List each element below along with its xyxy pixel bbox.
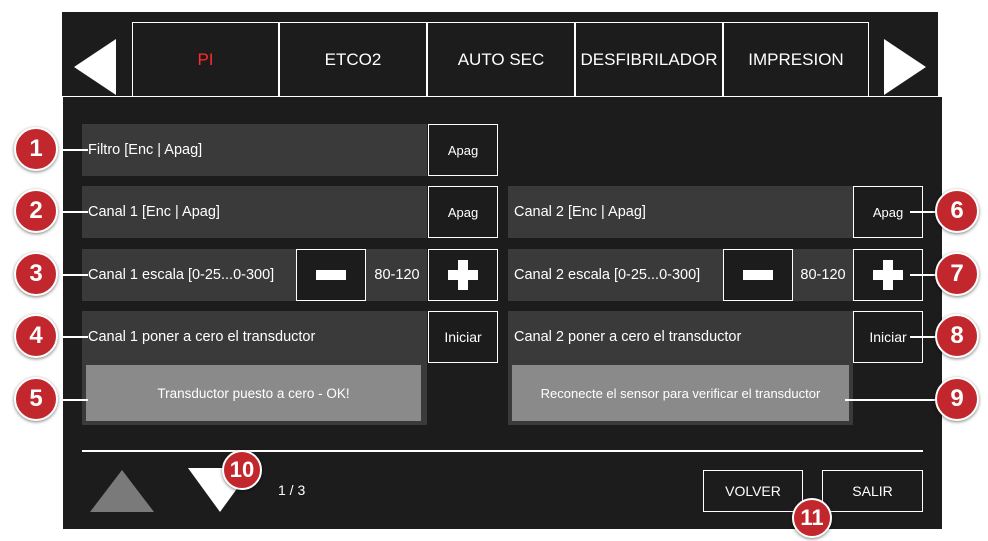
canal1-escala-decrease-button[interactable] bbox=[296, 249, 366, 301]
footer-divider bbox=[82, 450, 923, 452]
canal1-status-message: Transductor puesto a cero - OK! bbox=[86, 365, 421, 421]
tab-prev-button[interactable] bbox=[68, 22, 128, 96]
callout-3-leader bbox=[58, 274, 88, 276]
callout-1-badge: 1 bbox=[14, 127, 58, 171]
canal1-cero-row: Canal 1 poner a cero el transductor bbox=[82, 311, 427, 363]
tab-next-button[interactable] bbox=[872, 22, 932, 96]
canal2-escala-value: 80-120 bbox=[800, 267, 846, 283]
callout-2-leader bbox=[58, 211, 88, 213]
canal1-escala-label: Canal 1 escala [0-25...0-300] bbox=[88, 267, 275, 283]
page-indicator: 1 / 3 bbox=[278, 482, 306, 498]
filtro-toggle-button[interactable]: Apag bbox=[428, 124, 498, 176]
callout-8-badge: 8 bbox=[935, 314, 979, 358]
tab-etco2[interactable]: ETCO2 bbox=[279, 22, 427, 96]
canal2-row: Canal 2 [Enc | Apag] bbox=[508, 186, 853, 238]
minus-icon bbox=[743, 270, 773, 280]
filtro-row: Filtro [Enc | Apag] bbox=[82, 124, 427, 176]
tab-auto-sec[interactable]: AUTO SEC bbox=[427, 22, 575, 96]
triangle-up-icon bbox=[90, 470, 154, 512]
arrow-left-icon bbox=[74, 39, 116, 95]
canal1-cero-label: Canal 1 poner a cero el transductor bbox=[88, 329, 316, 345]
canal2-escala-decrease-button[interactable] bbox=[723, 249, 793, 301]
callout-4-leader bbox=[58, 336, 88, 338]
canal1-toggle-button[interactable]: Apag bbox=[428, 186, 498, 238]
salir-button[interactable]: SALIR bbox=[822, 470, 923, 512]
callout-2-badge: 2 bbox=[14, 189, 58, 233]
page-up-button[interactable] bbox=[88, 466, 156, 514]
callout-5-badge: 5 bbox=[14, 377, 58, 421]
callout-5-leader bbox=[58, 399, 88, 401]
callout-7-badge: 7 bbox=[935, 252, 979, 296]
tab-pi[interactable]: PI bbox=[132, 22, 279, 96]
callout-3-badge: 3 bbox=[14, 252, 58, 296]
callout-10-badge: 10 bbox=[222, 450, 262, 490]
canal2-escala-label: Canal 2 escala [0-25...0-300] bbox=[514, 267, 701, 283]
tab-desfibrilador[interactable]: DESFIBRILADOR bbox=[575, 22, 723, 96]
canal2-cero-label: Canal 2 poner a cero el transductor bbox=[514, 329, 742, 345]
plus-icon bbox=[448, 260, 478, 290]
volver-button[interactable]: VOLVER bbox=[703, 470, 803, 512]
tab-impresion[interactable]: IMPRESION bbox=[723, 22, 869, 96]
minus-icon bbox=[316, 270, 346, 280]
callout-9-leader bbox=[845, 399, 940, 401]
canal1-label: Canal 1 [Enc | Apag] bbox=[88, 204, 220, 220]
canal1-escala-value: 80-120 bbox=[374, 267, 420, 283]
canal2-status-message: Reconecte el sensor para verificar el tr… bbox=[512, 365, 849, 421]
canal1-iniciar-button[interactable]: Iniciar bbox=[428, 311, 498, 363]
plus-icon bbox=[873, 260, 903, 290]
canal2-label: Canal 2 [Enc | Apag] bbox=[514, 204, 646, 220]
canal1-escala-increase-button[interactable] bbox=[428, 249, 498, 301]
canal1-row: Canal 1 [Enc | Apag] bbox=[82, 186, 427, 238]
callout-1-leader bbox=[58, 149, 88, 151]
arrow-right-icon bbox=[884, 39, 926, 95]
callout-11-badge: 11 bbox=[792, 498, 832, 538]
callout-4-badge: 4 bbox=[14, 314, 58, 358]
callout-9-badge: 9 bbox=[935, 377, 979, 421]
callout-6-badge: 6 bbox=[935, 189, 979, 233]
canal2-cero-row: Canal 2 poner a cero el transductor bbox=[508, 311, 853, 363]
filtro-label: Filtro [Enc | Apag] bbox=[88, 142, 203, 158]
